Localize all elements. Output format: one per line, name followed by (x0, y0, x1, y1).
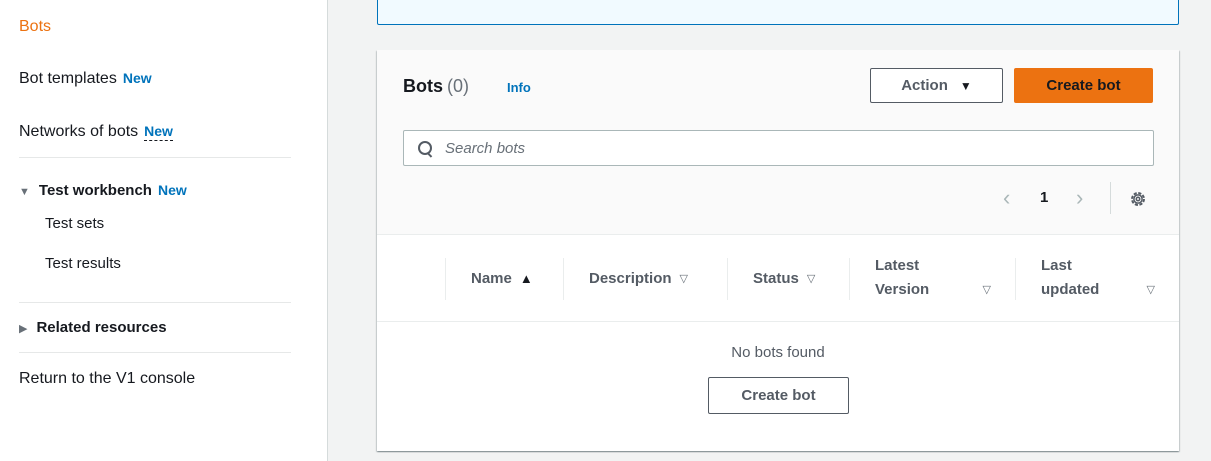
column-header-last-updated[interactable]: Last updated ▽ (1041, 235, 1155, 321)
create-bot-button[interactable]: Create bot (1014, 68, 1153, 103)
column-header-label: Status (753, 269, 799, 287)
sidebar-section-related-resources[interactable]: ▶ Related resources (19, 319, 167, 336)
column-divider (727, 258, 728, 300)
sidebar-item-test-results[interactable]: Test results (45, 255, 121, 272)
column-header-latest-version[interactable]: Latest Version ▽ (875, 235, 991, 321)
sort-icon: ▽ (679, 272, 688, 285)
sidebar-section-test-workbench[interactable]: ▼ Test workbench New (19, 182, 187, 199)
column-divider (563, 258, 564, 300)
sidebar-item-bots[interactable]: Bots (19, 18, 51, 36)
caret-right-icon: ▶ (19, 323, 28, 335)
column-header-line: Version (875, 281, 930, 298)
info-banner (377, 0, 1179, 25)
column-header-label: Name (471, 269, 512, 287)
sidebar-divider (19, 302, 291, 303)
caret-down-icon: ▼ (19, 186, 30, 198)
column-header-description[interactable]: Description ▽ (589, 235, 688, 321)
column-header-name[interactable]: Name ▲ (471, 235, 533, 321)
sidebar-section-label: Related resources (36, 319, 167, 336)
sidebar-section-label: Test workbench (38, 182, 152, 199)
new-badge: New (157, 182, 187, 198)
sidebar-item-label: Networks of bots (19, 123, 139, 140)
info-link[interactable]: Info (507, 80, 531, 95)
bots-count: (0) (447, 76, 469, 96)
chevron-right-icon[interactable]: › (1076, 184, 1083, 212)
search-field[interactable] (403, 130, 1154, 166)
column-divider (849, 258, 850, 300)
sort-icon: ▽ (1146, 283, 1155, 296)
action-dropdown-button[interactable]: Action ▼ (870, 68, 1003, 103)
new-badge[interactable]: New (144, 123, 173, 141)
sidebar-divider (19, 352, 291, 353)
sidebar-item-networks-of-bots[interactable]: Networks of bots New (19, 123, 173, 141)
column-header-line: Latest (875, 257, 920, 274)
page-title: Bots (0) (403, 76, 469, 97)
sort-icon: ▽ (806, 272, 816, 285)
column-header-status[interactable]: Status ▽ (753, 235, 815, 321)
empty-state-create-bot-button[interactable]: Create bot (708, 377, 849, 414)
action-button-label: Action (901, 77, 948, 94)
column-header-line: Last (1041, 257, 1072, 274)
sidebar-item-test-sets[interactable]: Test sets (45, 215, 104, 232)
column-header-label: Latest Version (875, 254, 929, 302)
sidebar-item-return-v1[interactable]: Return to the V1 console (19, 370, 195, 388)
sidebar-nav: Bots Bot templates New Networks of bots Ne… (0, 0, 328, 461)
column-divider (1015, 258, 1016, 300)
column-header-label: Last updated (1041, 254, 1099, 302)
search-icon (418, 140, 433, 156)
table-header-divider (377, 321, 1179, 322)
chevron-left-icon[interactable]: ‹ (1003, 184, 1010, 212)
sidebar-divider (19, 157, 291, 158)
sidebar-item-label: Bot templates (19, 70, 117, 87)
new-badge: New (122, 70, 152, 86)
empty-state-text: No bots found (731, 344, 825, 361)
column-divider (445, 258, 446, 300)
sort-icon: ▽ (982, 283, 991, 296)
sort-ascending-icon: ▲ (519, 270, 533, 286)
pager-divider (1110, 182, 1111, 214)
page-number[interactable]: 1 (1040, 189, 1048, 206)
column-header-line: updated (1041, 281, 1100, 298)
search-input[interactable] (445, 139, 1125, 157)
sidebar-item-bot-templates[interactable]: Bot templates New (19, 70, 152, 88)
bots-table-container: Bots(0) Info Action ▼ Create bot ‹ 1 › N… (377, 50, 1179, 451)
column-header-label: Description (589, 269, 672, 287)
bots-title: Bots (403, 76, 443, 96)
caret-down-icon: ▼ (959, 78, 972, 93)
gear-icon[interactable] (1129, 190, 1147, 208)
